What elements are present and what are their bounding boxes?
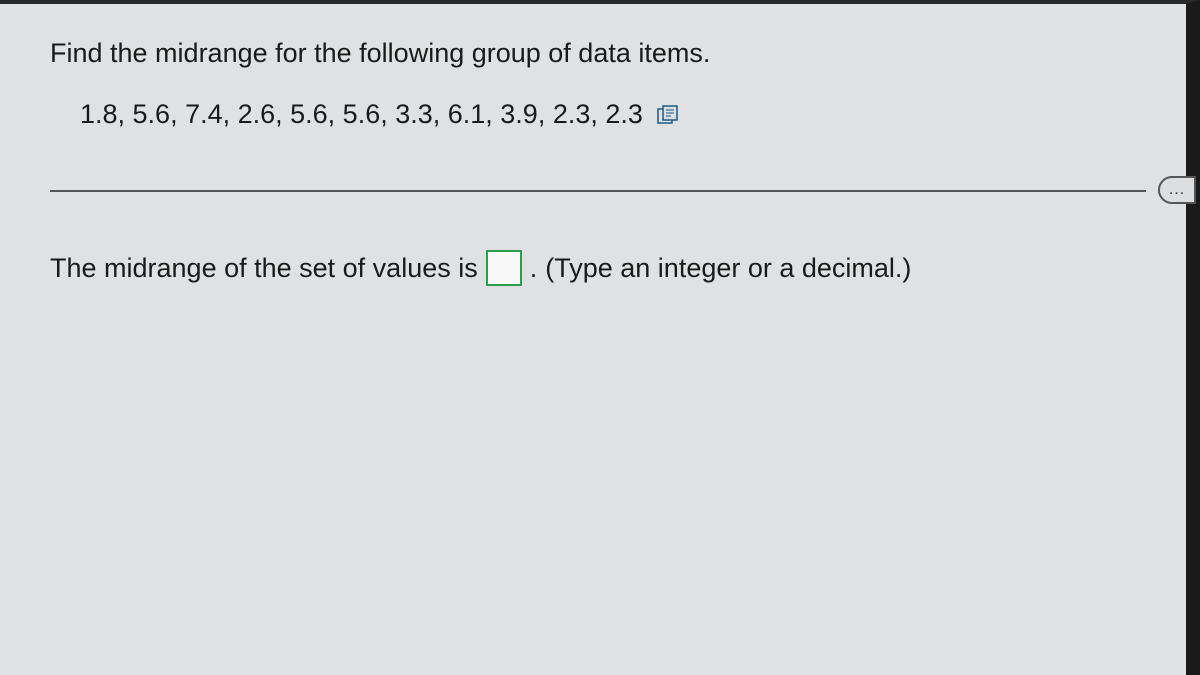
- copy-data-icon[interactable]: [657, 105, 679, 125]
- section-divider: [50, 190, 1146, 192]
- answer-line: The midrange of the set of values is . (…: [50, 250, 1146, 286]
- midrange-input[interactable]: [486, 250, 522, 286]
- content-area: Find the midrange for the following grou…: [0, 4, 1186, 675]
- data-values-line: 1.8, 5.6, 7.4, 2.6, 5.6, 5.6, 3.3, 6.1, …: [80, 99, 1146, 130]
- ellipsis-icon: ...: [1169, 181, 1185, 199]
- question-panel: Find the midrange for the following grou…: [0, 0, 1200, 675]
- divider-wrap: ...: [50, 190, 1146, 192]
- answer-hint: (Type an integer or a decimal.): [545, 253, 911, 284]
- question-prompt: Find the midrange for the following grou…: [50, 38, 1146, 69]
- answer-period: .: [530, 253, 538, 284]
- answer-prefix: The midrange of the set of values is: [50, 253, 478, 284]
- data-values-text: 1.8, 5.6, 7.4, 2.6, 5.6, 5.6, 3.3, 6.1, …: [80, 99, 643, 130]
- more-options-button[interactable]: ...: [1158, 176, 1196, 204]
